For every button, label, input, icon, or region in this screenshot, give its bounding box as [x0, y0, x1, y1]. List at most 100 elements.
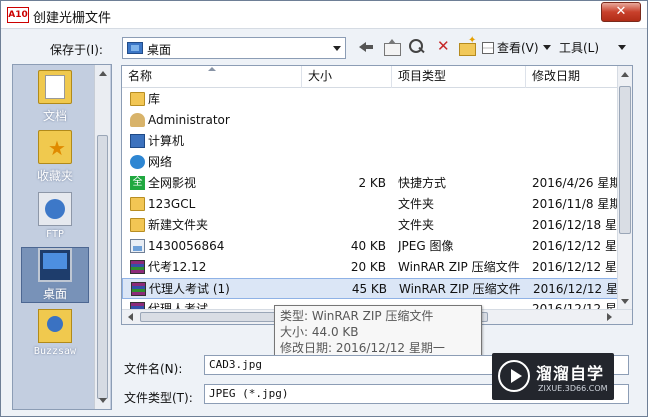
- file-size: 20 KB: [350, 260, 386, 274]
- sort-ascending-icon: [208, 67, 216, 71]
- filename-label: 文件名(N):: [124, 362, 183, 376]
- search-web-icon[interactable]: [406, 37, 428, 57]
- place-favorites[interactable]: 收藏夹: [21, 130, 89, 184]
- file-name: 代理人考试 (1): [149, 282, 230, 296]
- view-dropdown-arrow-icon[interactable]: [543, 45, 551, 50]
- back-arrow-icon[interactable]: [355, 37, 377, 57]
- favorites-folder-icon: [38, 130, 72, 164]
- tools-dropdown-arrow-icon[interactable]: [618, 45, 626, 50]
- close-button[interactable]: ✕: [601, 2, 641, 22]
- file-rows: 库 Administrator 计算机 网络 全 全网影视 2 KB 快捷方式 …: [122, 88, 618, 310]
- scroll-thumb[interactable]: [619, 86, 631, 234]
- file-row[interactable]: 新建文件夹 文件夹 2016/12/18 星: [122, 215, 618, 236]
- file-row[interactable]: 网络: [122, 152, 618, 173]
- autocad-app-icon: A10: [7, 7, 29, 23]
- file-type: 快捷方式: [398, 176, 447, 190]
- file-name: 库: [148, 92, 161, 106]
- file-name: 代考12.12: [148, 260, 207, 274]
- folder-icon: [130, 218, 145, 232]
- place-label: 收藏夹: [36, 169, 73, 183]
- file-size: 45 KB: [351, 282, 387, 296]
- place-label: Buzzsaw: [33, 346, 77, 357]
- buzzsaw-icon: [38, 309, 72, 343]
- file-type: 文件夹: [398, 218, 435, 232]
- place-label: 文档: [42, 109, 67, 123]
- column-header-type[interactable]: 项目类型: [392, 66, 526, 88]
- file-name: Administrator: [148, 113, 230, 127]
- rar-icon: [130, 260, 145, 274]
- scroll-up-icon[interactable]: [99, 71, 107, 76]
- column-header-name[interactable]: 名称: [122, 66, 302, 88]
- place-buzzsaw[interactable]: Buzzsaw: [21, 309, 89, 357]
- places-scrollbar[interactable]: [94, 65, 110, 409]
- file-row-selected[interactable]: 代理人考试 (1) 45 KB WinRAR ZIP 压缩文件 2016/12/…: [122, 278, 618, 299]
- file-size: 2 KB: [358, 176, 386, 190]
- place-label: 桌面: [42, 287, 67, 301]
- title-bar: A10 创建光栅文件 ✕: [1, 1, 647, 29]
- library-folder-icon: [130, 92, 145, 106]
- file-type: 文件夹: [398, 197, 435, 211]
- scroll-up-icon[interactable]: [621, 72, 629, 77]
- file-name: 全网影视: [148, 176, 197, 190]
- file-name: 计算机: [148, 134, 185, 148]
- file-name: 1430056864: [148, 239, 225, 253]
- file-type: WinRAR ZIP 压缩文件: [399, 282, 521, 296]
- file-date: 2016/12/12 星: [532, 239, 617, 253]
- file-list-vertical-scrollbar[interactable]: [617, 66, 632, 310]
- file-size: 40 KB: [350, 239, 386, 253]
- scroll-down-icon[interactable]: [621, 299, 629, 304]
- delete-icon[interactable]: [433, 37, 455, 57]
- file-list: 名称 大小 项目类型 修改日期 库 Administrator 计算机 网络 全…: [121, 65, 633, 325]
- file-row[interactable]: 全 全网影视 2 KB 快捷方式 2016/4/26 星期: [122, 173, 618, 194]
- file-row[interactable]: Administrator: [122, 110, 618, 131]
- rar-icon: [131, 282, 146, 296]
- column-header-size[interactable]: 大小: [302, 66, 392, 88]
- desktop-icon: [38, 248, 72, 282]
- jpeg-icon: [130, 239, 145, 253]
- file-row[interactable]: 1430056864 40 KB JPEG 图像 2016/12/12 星: [122, 236, 618, 257]
- scroll-down-icon[interactable]: [99, 398, 107, 403]
- file-date: 2016/12/12 星: [532, 260, 617, 274]
- file-row[interactable]: 计算机: [122, 131, 618, 152]
- new-folder-icon[interactable]: [457, 35, 479, 57]
- place-ftp[interactable]: FTP: [21, 192, 89, 240]
- scroll-left-icon[interactable]: [128, 313, 133, 321]
- file-name: 123GCL: [148, 197, 196, 211]
- chevron-down-icon: [333, 46, 341, 51]
- file-type: JPEG 图像: [398, 239, 454, 253]
- tooltip-size: 大小: 44.0 KB: [280, 325, 359, 339]
- create-raster-file-dialog: A10 创建光栅文件 ✕ 保存于(I): 桌面 查看(V) 工具(L) 文档 收…: [0, 0, 648, 417]
- file-date: 2016/12/18 星: [532, 218, 617, 232]
- tooltip-type: 类型: WinRAR ZIP 压缩文件: [280, 309, 434, 323]
- view-menu-button[interactable]: 查看(V): [482, 39, 539, 56]
- watermark: 溜溜自学 ZIXUE.3D66.COM: [492, 353, 614, 400]
- location-value: 桌面: [147, 43, 172, 57]
- column-header-date[interactable]: 修改日期: [526, 66, 618, 88]
- tools-menu-button[interactable]: 工具(L): [559, 39, 599, 56]
- file-type: WinRAR ZIP 压缩文件: [398, 260, 520, 274]
- place-desktop[interactable]: 桌面: [21, 247, 89, 303]
- file-name: 网络: [148, 155, 173, 169]
- save-in-location-combo[interactable]: 桌面: [122, 37, 346, 59]
- scroll-thumb[interactable]: [97, 135, 108, 399]
- scroll-right-icon[interactable]: [607, 313, 612, 321]
- user-folder-icon: [130, 113, 145, 127]
- up-one-level-icon[interactable]: [381, 37, 403, 57]
- folder-icon: [130, 197, 145, 211]
- file-row[interactable]: 库: [122, 89, 618, 110]
- file-date: 2016/4/26 星期: [532, 176, 618, 190]
- filetype-label: 文件类型(T):: [124, 391, 193, 405]
- shortcut-icon: 全: [130, 176, 145, 190]
- file-info-tooltip: 类型: WinRAR ZIP 压缩文件 大小: 44.0 KB 修改日期: 20…: [274, 305, 482, 371]
- file-row[interactable]: 123GCL 文件夹 2016/11/8 星期: [122, 194, 618, 215]
- column-name-label: 名称: [128, 69, 153, 83]
- window-title: 创建光栅文件: [33, 11, 112, 26]
- play-logo-icon: [498, 360, 530, 392]
- file-date: 2016/12/12 星: [533, 282, 618, 296]
- view-label: 查看(V): [497, 41, 539, 55]
- place-documents[interactable]: 文档: [21, 70, 89, 124]
- ftp-icon: [38, 192, 72, 226]
- view-icon: [482, 42, 494, 54]
- file-row[interactable]: 代考12.12 20 KB WinRAR ZIP 压缩文件 2016/12/12…: [122, 257, 618, 278]
- file-date: 2016/11/8 星期: [532, 197, 618, 211]
